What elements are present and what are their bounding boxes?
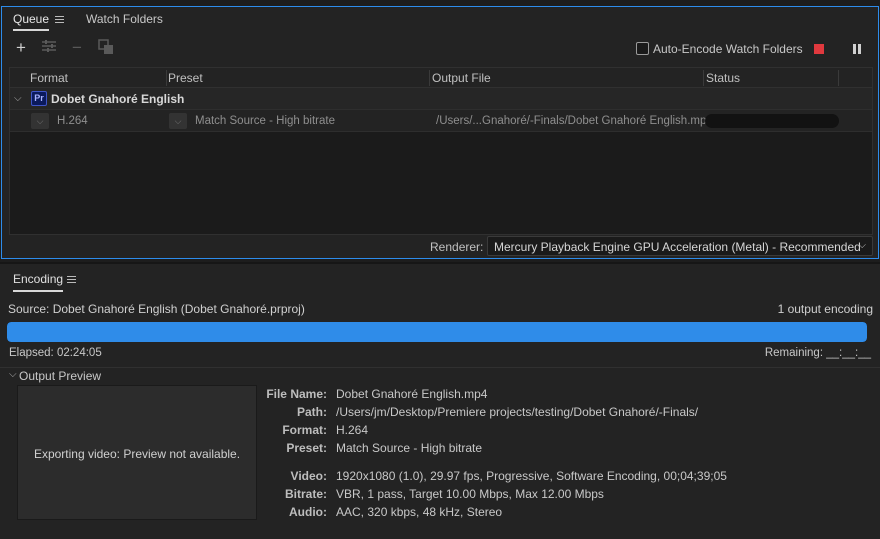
queue-group-row[interactable]: ⌵ Pr Dobet Gnahoré English bbox=[10, 88, 872, 110]
renderer-select[interactable]: Mercury Playback Engine GPU Acceleration… bbox=[487, 236, 873, 256]
detail-row-video: Video: 1920x1080 (1.0), 29.97 fps, Progr… bbox=[0, 469, 880, 484]
detail-row-file-name: File Name: Dobet Gnahoré English.mp4 bbox=[0, 387, 880, 402]
detail-value: Match Source - High bitrate bbox=[336, 441, 483, 455]
detail-value: 1920x1080 (1.0), 29.97 fps, Progressive,… bbox=[336, 469, 727, 483]
detail-row-audio: Audio: AAC, 320 kbps, 48 kHz, Stereo bbox=[0, 505, 880, 520]
queue-panel-tabs: Queue Watch Folders bbox=[2, 7, 878, 33]
detail-row-path: Path: /Users/jm/Desktop/Premiere project… bbox=[0, 405, 880, 420]
detail-value: /Users/jm/Desktop/Premiere projects/test… bbox=[336, 405, 699, 419]
detail-key: Path: bbox=[297, 405, 327, 419]
detail-key: Video: bbox=[290, 469, 327, 483]
item-preset[interactable]: Match Source - High bitrate bbox=[195, 115, 335, 127]
column-divider[interactable] bbox=[838, 70, 839, 86]
premiere-pro-icon: Pr bbox=[31, 91, 47, 106]
detail-key: Preset: bbox=[286, 441, 327, 455]
remaining-time: Remaining: __:__:__ bbox=[764, 347, 871, 359]
settings-sliders-icon[interactable] bbox=[40, 39, 58, 57]
panel-menu-icon[interactable] bbox=[67, 276, 76, 283]
column-divider[interactable] bbox=[703, 70, 704, 86]
queue-panel: Queue Watch Folders + − Auto-Encode Watc… bbox=[1, 6, 879, 259]
encoding-panel: Encoding Source: Dobet Gnahoré English (… bbox=[0, 262, 880, 539]
output-count: 1 output encoding bbox=[777, 302, 873, 316]
tab-watch-folders[interactable]: Watch Folders bbox=[86, 12, 163, 26]
detail-value: H.264 bbox=[336, 423, 369, 437]
detail-row-preset: Preset: Match Source - High bitrate bbox=[0, 441, 880, 456]
duplicate-icon[interactable] bbox=[97, 39, 115, 57]
chevron-down-icon[interactable]: ⌵ bbox=[14, 93, 22, 104]
output-preview-header[interactable]: ⌵ Output Preview bbox=[0, 367, 880, 383]
column-format[interactable]: Format bbox=[30, 71, 68, 85]
detail-key: Audio: bbox=[289, 505, 327, 519]
queue-toolbar: + − Auto-Encode Watch Folders bbox=[2, 37, 878, 61]
detail-row-format: Format: H.264 bbox=[0, 423, 880, 438]
column-status[interactable]: Status bbox=[706, 71, 740, 85]
output-preview-label: Output Preview bbox=[19, 369, 102, 383]
group-source-name: Dobet Gnahoré English bbox=[51, 92, 185, 106]
detail-value: Dobet Gnahoré English.mp4 bbox=[336, 387, 488, 401]
chevron-down-icon[interactable]: ⌵ bbox=[9, 369, 17, 380]
detail-value: VBR, 1 pass, Target 10.00 Mbps, Max 12.0… bbox=[336, 487, 604, 501]
queue-column-headers: Format Preset Output File Status bbox=[10, 68, 872, 88]
queue-table: Format Preset Output File Status ⌵ Pr Do… bbox=[9, 67, 873, 235]
encoding-source: Source: Dobet Gnahoré English (Dobet Gna… bbox=[8, 302, 305, 316]
pause-icon[interactable] bbox=[852, 44, 862, 54]
column-divider[interactable] bbox=[429, 70, 430, 86]
detail-row-bitrate: Bitrate: VBR, 1 pass, Target 10.00 Mbps,… bbox=[0, 487, 880, 502]
encoding-progress-bar bbox=[7, 322, 867, 342]
item-format[interactable]: H.264 bbox=[57, 115, 88, 127]
column-divider[interactable] bbox=[166, 70, 167, 86]
plus-icon[interactable]: + bbox=[12, 39, 30, 57]
chevron-down-icon: ⌵ bbox=[858, 240, 866, 251]
queue-item-row[interactable]: ⌵ H.264 ⌵ Match Source - High bitrate /U… bbox=[10, 110, 872, 132]
renderer-value: Mercury Playback Engine GPU Acceleration… bbox=[494, 240, 861, 254]
detail-value: AAC, 320 kbps, 48 kHz, Stereo bbox=[336, 505, 503, 519]
auto-encode-checkbox[interactable] bbox=[636, 42, 649, 55]
item-output-file[interactable]: /Users/...Gnahoré/-Finals/Dobet Gnahoré … bbox=[436, 115, 713, 127]
renderer-label: Renderer: bbox=[430, 240, 484, 254]
detail-key: Bitrate: bbox=[284, 487, 327, 501]
column-output-file[interactable]: Output File bbox=[432, 71, 491, 85]
detail-key: Format: bbox=[282, 423, 327, 437]
preset-dropdown-chevron-icon[interactable]: ⌵ bbox=[169, 113, 187, 129]
minus-icon[interactable]: − bbox=[68, 39, 86, 57]
tab-encoding[interactable]: Encoding bbox=[13, 272, 64, 292]
encoding-progress-fill bbox=[7, 322, 867, 342]
auto-encode-label: Auto-Encode Watch Folders bbox=[653, 42, 803, 56]
elapsed-time: Elapsed: 02:24:05 bbox=[9, 347, 102, 359]
format-dropdown-chevron-icon[interactable]: ⌵ bbox=[31, 113, 49, 129]
column-preset[interactable]: Preset bbox=[168, 71, 203, 85]
tab-queue[interactable]: Queue bbox=[13, 12, 50, 31]
panel-menu-icon[interactable] bbox=[55, 16, 64, 23]
detail-key: File Name: bbox=[266, 387, 327, 401]
stop-icon[interactable] bbox=[814, 44, 824, 54]
item-status-bar bbox=[705, 114, 839, 128]
